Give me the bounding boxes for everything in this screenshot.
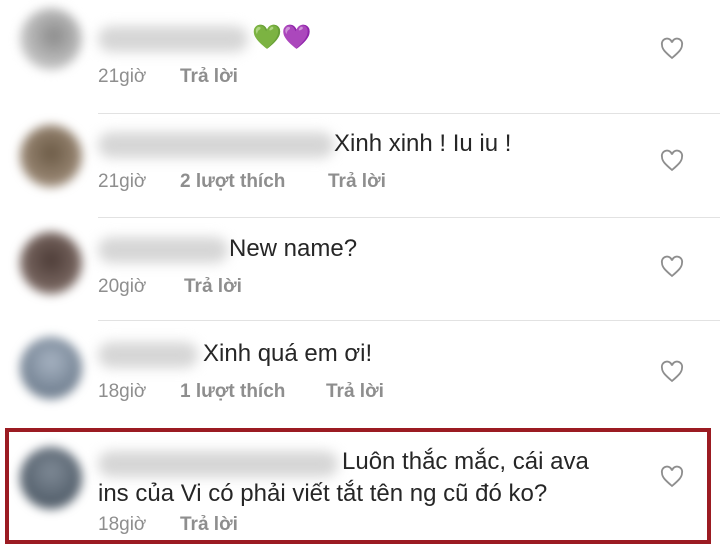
divider — [98, 217, 720, 218]
comment-text: New name? — [229, 235, 358, 262]
likes-count[interactable]: 2 lượt thích — [180, 171, 285, 193]
username-blurred[interactable] — [98, 237, 228, 263]
heart-outline-icon[interactable] — [660, 149, 684, 173]
reply-button[interactable]: Trả lời — [180, 66, 238, 88]
username-blurred[interactable] — [98, 26, 248, 52]
comment-time: 20giờ — [98, 276, 147, 297]
reply-button[interactable]: Trả lời — [184, 276, 242, 298]
comment-time: 21giờ — [98, 171, 147, 192]
comment-text: 💚💜 — [252, 24, 312, 51]
likes-count[interactable]: 1 lượt thích — [180, 381, 285, 403]
avatar[interactable] — [20, 125, 82, 187]
divider — [98, 320, 720, 321]
heart-outline-icon[interactable] — [660, 360, 684, 384]
avatar[interactable] — [20, 232, 82, 294]
highlight-frame — [5, 428, 711, 544]
comment-text: Xinh xinh ! Iu iu ! — [334, 130, 512, 157]
heart-outline-icon[interactable] — [660, 37, 684, 61]
avatar[interactable] — [20, 337, 82, 399]
divider — [98, 113, 720, 114]
comment-time: 18giờ — [98, 381, 147, 402]
reply-button[interactable]: Trả lời — [326, 381, 384, 403]
username-blurred[interactable] — [98, 132, 334, 158]
comment-time: 21giờ — [98, 66, 147, 87]
heart-outline-icon[interactable] — [660, 255, 684, 279]
reply-button[interactable]: Trả lời — [328, 171, 386, 193]
username-blurred[interactable] — [98, 342, 198, 368]
comment-text: Xinh quá em ơi! — [203, 340, 373, 367]
avatar[interactable] — [20, 8, 82, 70]
